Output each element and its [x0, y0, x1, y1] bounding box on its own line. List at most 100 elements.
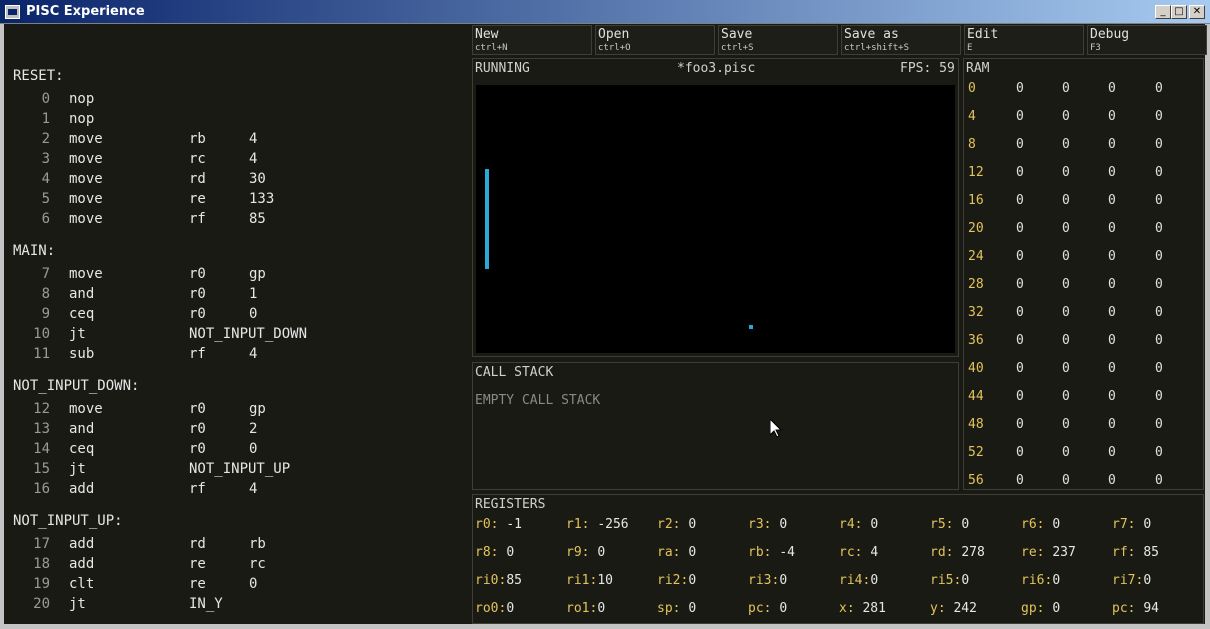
register-name: ro0:: [475, 601, 507, 616]
operand-2: 4: [249, 481, 258, 497]
ram-value: 0: [1016, 165, 1024, 180]
register-value: 0: [688, 601, 697, 616]
register: r5: 0: [930, 517, 969, 532]
ram-value: 0: [1016, 473, 1024, 488]
code-line[interactable]: 15 jt NOT_INPUT_UP: [4, 459, 466, 479]
code-line[interactable]: 19 clt re 0: [4, 574, 466, 594]
code-line[interactable]: 14 ceq r0 0: [4, 439, 466, 459]
code-line[interactable]: 2 move rb 4: [4, 129, 466, 149]
title-bar[interactable]: PISC Experience _ □ ✕: [0, 0, 1210, 24]
register: ri5:0: [930, 573, 969, 588]
register: pc: 94: [1112, 601, 1159, 616]
line-number: 18: [33, 556, 50, 572]
toolbar-button-save-as[interactable]: Save as ctrl+shift+S: [841, 25, 961, 55]
register: gp: 0: [1021, 601, 1060, 616]
ram-value: 0: [1062, 109, 1070, 124]
code-label[interactable]: NOT_INPUT_DOWN:: [13, 376, 139, 396]
line-number: 9: [41, 306, 50, 322]
register: ri7:0: [1112, 573, 1151, 588]
register-value: 0: [688, 517, 697, 532]
toolbar-button-open[interactable]: Open ctrl+O: [595, 25, 715, 55]
ram-address: 20: [968, 221, 984, 236]
register: r3: 0: [748, 517, 787, 532]
code-line[interactable]: 6 move rf 85: [4, 209, 466, 229]
register-value: 85: [1143, 545, 1159, 560]
register: re: 237: [1021, 545, 1076, 560]
ram-value: 0: [1062, 165, 1070, 180]
register-name: ra:: [657, 545, 681, 560]
ram-value: 0: [1108, 109, 1116, 124]
register-value: 0: [961, 573, 970, 588]
game-screen[interactable]: [476, 85, 955, 353]
ram-address: 8: [968, 137, 976, 152]
ram-value: 0: [1108, 165, 1116, 180]
toolbar-button-label: Edit: [967, 27, 999, 42]
register-value: 0: [506, 545, 515, 560]
code-editor[interactable]: RESET: 0 nop 1 nop 2 move rb 4 3 move rc 4 4 move rd 30 5…: [4, 24, 466, 624]
register-value: 0: [870, 517, 879, 532]
toolbar-button-label: Debug: [1090, 27, 1130, 42]
line-number: 20: [33, 596, 50, 612]
ram-value: 0: [1016, 137, 1024, 152]
ram-value: 0: [1155, 417, 1163, 432]
code-label[interactable]: NOT_INPUT_UP:: [13, 511, 123, 531]
register-name: ri7:: [1112, 573, 1144, 588]
register: ra: 0: [657, 545, 696, 560]
ram-value: 0: [1108, 389, 1116, 404]
code-line[interactable]: 4 move rd 30: [4, 169, 466, 189]
line-number: 19: [33, 576, 50, 592]
operand-2: 30: [249, 171, 266, 187]
maximize-button[interactable]: □: [1171, 5, 1187, 19]
close-button[interactable]: ✕: [1189, 5, 1205, 19]
code-line[interactable]: 8 and r0 1: [4, 284, 466, 304]
operand-2: rb: [249, 536, 266, 552]
toolbar-button-debug[interactable]: Debug F3: [1087, 25, 1207, 55]
register-value: 0: [688, 545, 697, 560]
ram-address: 52: [968, 445, 984, 460]
code-line[interactable]: 0 nop: [4, 89, 466, 109]
code-line[interactable]: 9 ceq r0 0: [4, 304, 466, 324]
register-name: ri2:: [657, 573, 689, 588]
register-value: 0: [1143, 517, 1152, 532]
code-line[interactable]: 18 add re rc: [4, 554, 466, 574]
line-number: 5: [41, 191, 50, 207]
code-line[interactable]: 7 move r0 gp: [4, 264, 466, 284]
ram-value: 0: [1155, 305, 1163, 320]
register-name: ro1:: [566, 601, 598, 616]
code-line[interactable]: 1 nop: [4, 109, 466, 129]
register-value: 0: [1143, 573, 1152, 588]
toolbar-button-new[interactable]: New ctrl+N: [472, 25, 592, 55]
code-line[interactable]: 20 jt IN_Y: [4, 594, 466, 614]
ram-value: 0: [1108, 473, 1116, 488]
line-number: 17: [33, 536, 50, 552]
ram-value: 0: [1016, 221, 1024, 236]
toolbar-button-label: Save as: [844, 27, 899, 42]
line-number: 15: [33, 461, 50, 477]
register-value: 281: [862, 601, 886, 616]
minimize-button[interactable]: _: [1155, 5, 1171, 19]
operand-1: NOT_INPUT_DOWN: [189, 326, 308, 342]
code-line[interactable]: 16 add rf 4: [4, 479, 466, 499]
ram-value: 0: [1108, 81, 1116, 96]
register-value: 10: [597, 573, 613, 588]
code-line[interactable]: 5 move re 133: [4, 189, 466, 209]
code-line[interactable]: 17 add rd rb: [4, 534, 466, 554]
code-line[interactable]: 12 move r0 gp: [4, 399, 466, 419]
toolbar-button-save[interactable]: Save ctrl+S: [718, 25, 838, 55]
code-line[interactable]: 3 move rc 4: [4, 149, 466, 169]
register: ri1:10: [566, 573, 613, 588]
close-icon: ✕: [1192, 6, 1202, 17]
code-line[interactable]: 10 jt NOT_INPUT_DOWN: [4, 324, 466, 344]
code-line[interactable]: 11 sub rf 4: [4, 344, 466, 364]
app-icon[interactable]: [5, 5, 20, 19]
ram-value: 0: [1062, 389, 1070, 404]
line-number: 6: [41, 211, 50, 227]
register-name: r0:: [475, 517, 499, 532]
register: r4: 0: [839, 517, 878, 532]
code-line[interactable]: 13 and r0 2: [4, 419, 466, 439]
code-label[interactable]: RESET:: [13, 66, 64, 86]
toolbar-button-edit[interactable]: Edit E: [964, 25, 1084, 55]
line-number: 11: [33, 346, 50, 362]
register-name: rb:: [748, 545, 772, 560]
code-label[interactable]: MAIN:: [13, 241, 55, 261]
